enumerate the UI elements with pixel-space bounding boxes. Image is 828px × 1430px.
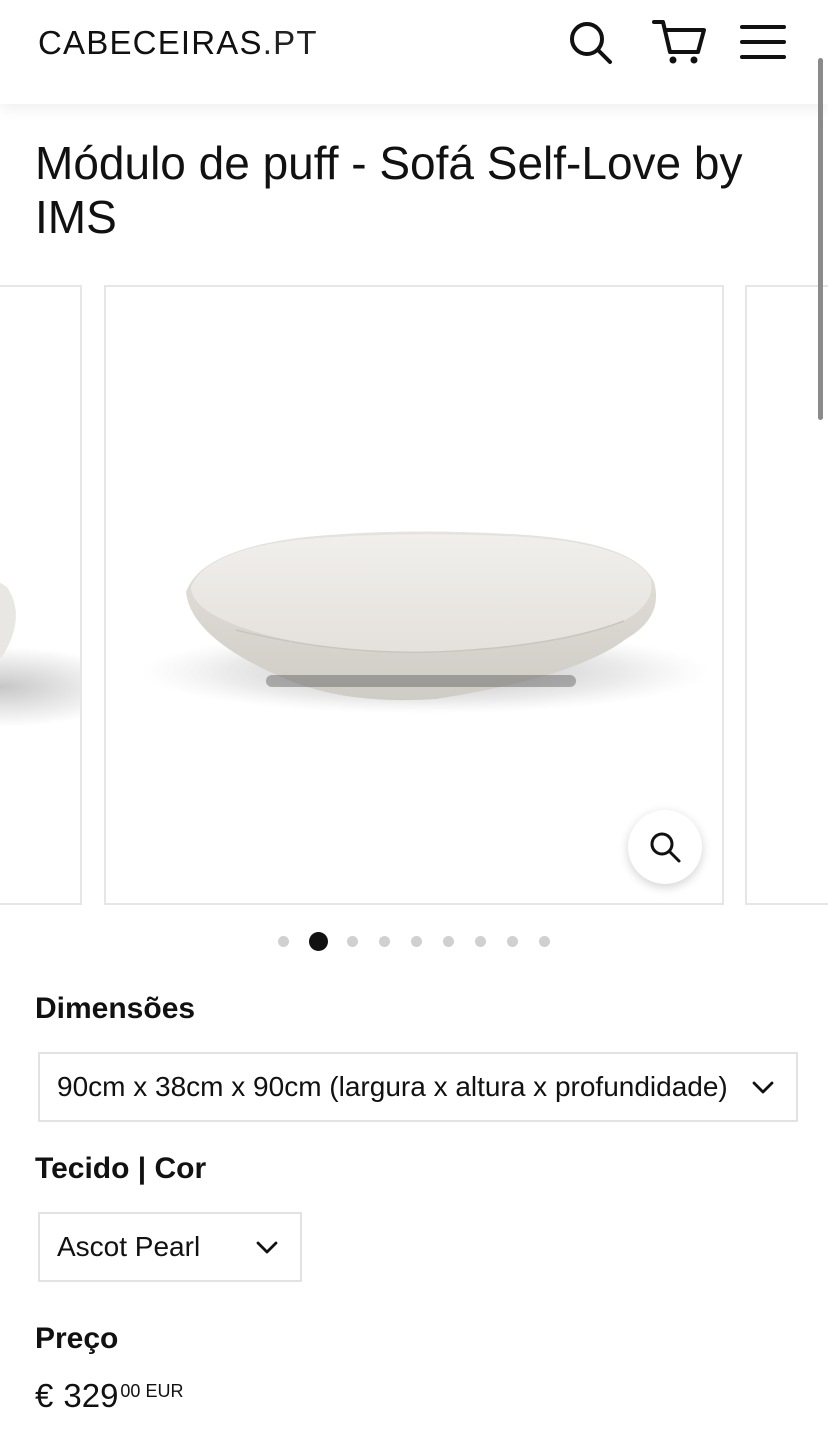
price-label: Preço bbox=[35, 1322, 119, 1355]
logo-main: CABECEIRAS bbox=[38, 24, 263, 61]
dimensions-selected-value: 90cm x 38cm x 90cm (largura x altura x p… bbox=[57, 1071, 728, 1102]
page-scrollbar[interactable] bbox=[818, 58, 824, 428]
price-cents: 00 bbox=[120, 1381, 141, 1401]
site-header: CABECEIRAS.PT bbox=[0, 0, 828, 104]
pagination-dot-active[interactable] bbox=[309, 932, 328, 951]
pagination-dot[interactable] bbox=[379, 936, 390, 947]
cart-button[interactable] bbox=[652, 18, 708, 66]
price-currency-code: EUR bbox=[145, 1381, 184, 1401]
dimensions-label: Dimensões bbox=[35, 992, 196, 1025]
product-page: CABECEIRAS.PT Módulo de puff - Sofá Self… bbox=[0, 0, 828, 1430]
menu-icon bbox=[740, 25, 786, 59]
search-icon bbox=[570, 22, 612, 64]
gallery-slide-next[interactable] bbox=[745, 285, 828, 905]
zoom-icon bbox=[650, 832, 681, 863]
pagination-dot[interactable] bbox=[475, 936, 486, 947]
product-image-previous bbox=[0, 582, 80, 727]
price-amount: 329 bbox=[63, 1377, 119, 1414]
cart-icon bbox=[652, 20, 706, 64]
pagination-dot[interactable] bbox=[507, 936, 518, 947]
fabric-selected-value: Ascot Pearl bbox=[57, 1231, 201, 1262]
gallery-slide-active[interactable] bbox=[104, 285, 724, 905]
zoom-button[interactable] bbox=[628, 810, 702, 884]
menu-button[interactable] bbox=[738, 18, 786, 66]
gallery-slide-previous[interactable] bbox=[0, 285, 82, 905]
product-price: € 329 00 EUR bbox=[35, 1376, 183, 1416]
fabric-label: Tecido | Cor bbox=[35, 1152, 207, 1185]
pagination-dot[interactable] bbox=[411, 936, 422, 947]
pagination-dot[interactable] bbox=[443, 936, 454, 947]
chevron-down-icon bbox=[254, 1234, 280, 1260]
dimensions-select[interactable]: 90cm x 38cm x 90cm (largura x altura x p… bbox=[38, 1052, 798, 1122]
price-currency-symbol: € bbox=[35, 1377, 54, 1414]
pagination-dot[interactable] bbox=[539, 936, 550, 947]
chevron-down-icon bbox=[750, 1074, 776, 1100]
product-image-puff bbox=[141, 531, 711, 714]
gallery-pagination bbox=[0, 932, 828, 952]
pagination-dot[interactable] bbox=[347, 936, 358, 947]
logo-suffix: .PT bbox=[262, 24, 318, 61]
fabric-color-select[interactable]: Ascot Pearl bbox=[38, 1212, 302, 1282]
site-logo[interactable]: CABECEIRAS.PT bbox=[38, 24, 318, 62]
search-button[interactable] bbox=[566, 18, 614, 66]
product-title: Módulo de puff - Sofá Self-Love by IMS bbox=[35, 137, 743, 243]
scrollbar-thumb[interactable] bbox=[818, 58, 823, 420]
pagination-dot[interactable] bbox=[278, 936, 289, 947]
